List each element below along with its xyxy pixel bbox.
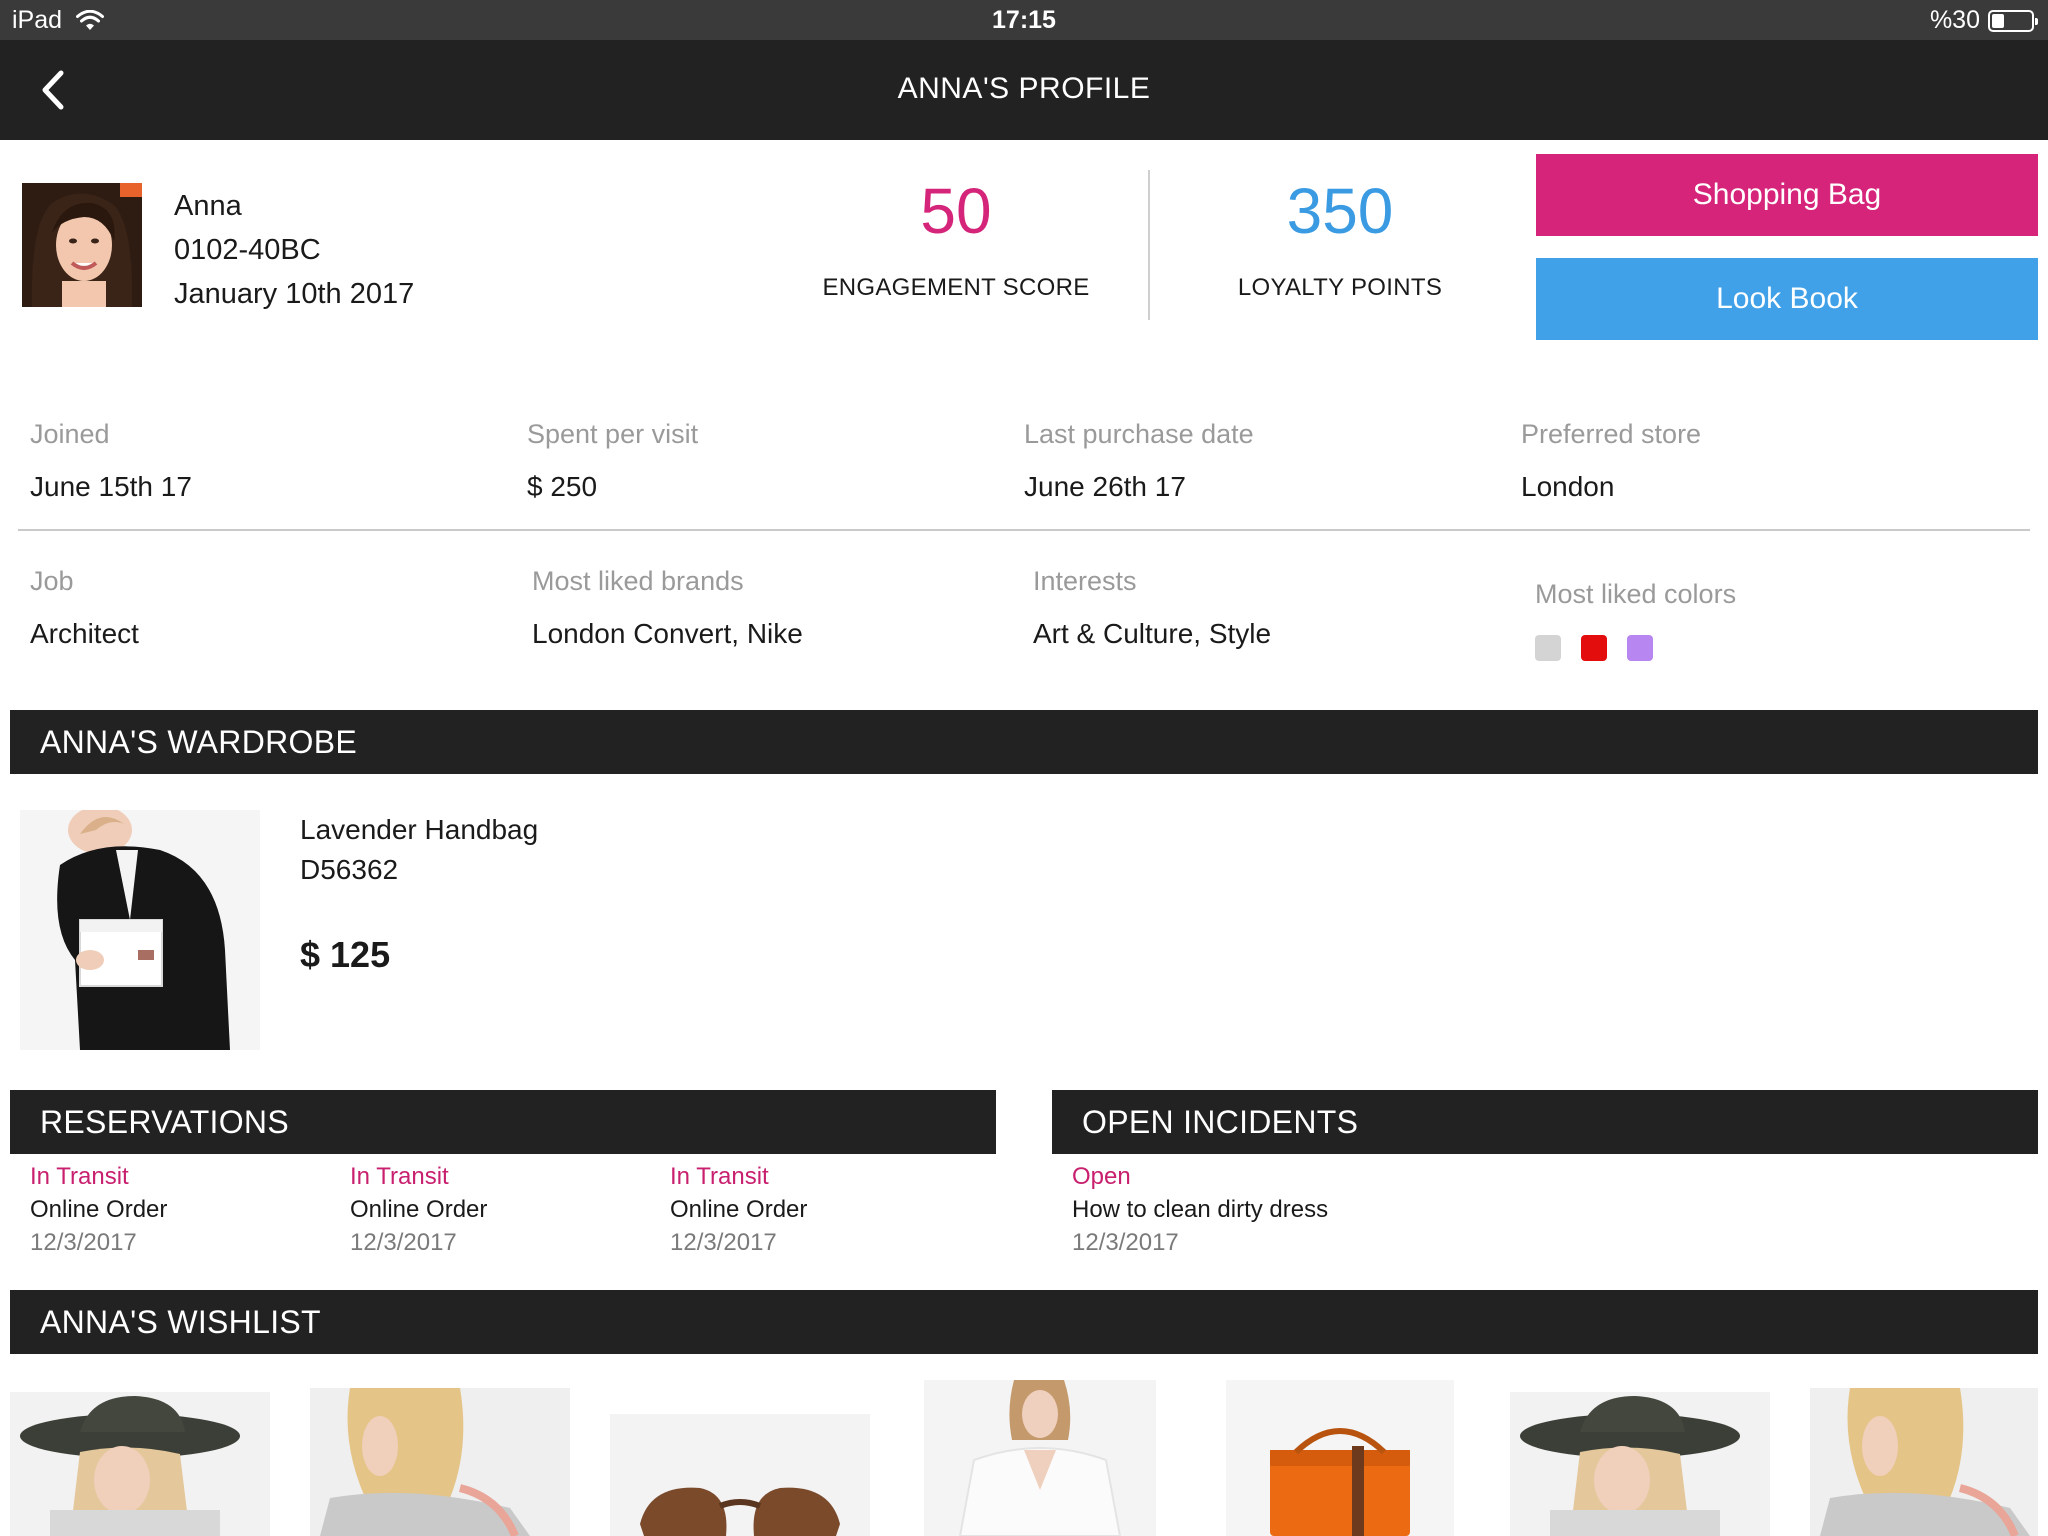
page-title: ANNA'S PROFILE (897, 72, 1151, 105)
status-bar: iPad 17:15 %30 (0, 0, 2048, 40)
status-time: 17:15 (992, 6, 1056, 34)
profile-info: Anna 0102-40BC January 10th 2017 (174, 184, 414, 316)
battery-icon (1988, 9, 2038, 32)
color-swatch-red (1581, 635, 1607, 661)
incident-status: Open (1072, 1163, 1131, 1190)
profile-id: 0102-40BC (174, 234, 321, 266)
reservation-date: 12/3/2017 (350, 1229, 457, 1256)
stat-divider (1148, 170, 1150, 320)
detail-value: Architect (30, 618, 139, 649)
blouse-photo (924, 1380, 1156, 1536)
shopping-bag-button[interactable]: Shopping Bag (1536, 154, 2038, 236)
reservation-date: 12/3/2017 (670, 1229, 777, 1256)
detail-job: Job Architect (30, 564, 139, 651)
hat-photo (1510, 1392, 1770, 1536)
wishlist-header: ANNA'S WISHLIST (10, 1290, 2038, 1354)
reservation-type: Online Order (670, 1196, 808, 1223)
wardrobe-item-info: Lavender Handbag D56362 $ 125 (300, 810, 538, 976)
handbag-photo (20, 810, 260, 1050)
nav-bar: ANNA'S PROFILE (0, 40, 2048, 140)
reservation-item[interactable]: In Transit Online Order 12/3/2017 (670, 1160, 807, 1259)
wishlist-item-jacket[interactable] (310, 1388, 570, 1536)
battery-percent: %30 (1929, 6, 1980, 34)
incident-item[interactable]: Open How to clean dirty dress 12/3/2017 (1072, 1160, 1328, 1259)
incidents-header: OPEN INCIDENTS (1052, 1090, 2038, 1154)
wishlist-item-hat[interactable] (1510, 1392, 1770, 1536)
detail-label: Most liked brands (532, 566, 744, 596)
incident-title: How to clean dirty dress (1072, 1196, 1329, 1223)
wishlist-item-jacket[interactable] (1810, 1388, 2038, 1536)
grid-divider (18, 529, 2030, 531)
color-swatch-lavender (1627, 635, 1653, 661)
sunglasses-photo (610, 1414, 870, 1536)
detail-most-liked-colors: Most liked colors (1535, 577, 1736, 661)
wishlist-item-hat[interactable] (10, 1392, 270, 1536)
model-photo (1810, 1388, 2038, 1536)
wishlist-item-blouse[interactable] (924, 1380, 1156, 1536)
detail-value: London Convert, Nike (532, 618, 803, 649)
wardrobe-item-name: Lavender Handbag (300, 814, 539, 845)
detail-value: June 15th 17 (30, 471, 192, 502)
avatar-photo (22, 183, 142, 307)
engagement-score: 50 ENGAGEMENT SCORE (806, 170, 1106, 302)
detail-label: Spent per visit (527, 419, 699, 449)
loyalty-points-value: 350 (1286, 175, 1394, 247)
detail-joined: Joined June 15th 17 (30, 417, 192, 504)
model-photo (310, 1388, 570, 1536)
hat-photo (10, 1392, 270, 1536)
loyalty-points-label: LOYALTY POINTS (1237, 274, 1443, 301)
detail-label: Interests (1033, 566, 1137, 596)
loyalty-points: 350 LOYALTY POINTS (1190, 170, 1490, 302)
wardrobe-item-code: D56362 (300, 854, 399, 885)
look-book-button[interactable]: Look Book (1536, 258, 2038, 340)
wardrobe-item-price: $ 125 (300, 934, 391, 975)
status-right: %30 (1929, 6, 2038, 35)
detail-value: London (1521, 471, 1615, 502)
detail-last-purchase: Last purchase date June 26th 17 (1024, 417, 1254, 504)
incident-date: 12/3/2017 (1072, 1229, 1179, 1256)
detail-interests: Interests Art & Culture, Style (1033, 564, 1271, 651)
detail-most-liked-brands: Most liked brands London Convert, Nike (532, 564, 803, 651)
reservation-status: In Transit (30, 1163, 129, 1190)
reservation-date: 12/3/2017 (30, 1229, 137, 1256)
reservation-type: Online Order (350, 1196, 488, 1223)
detail-label: Joined (30, 419, 110, 449)
color-swatch-gray (1535, 635, 1561, 661)
reservations-header: RESERVATIONS (10, 1090, 996, 1154)
orange-bag-photo (1226, 1380, 1454, 1536)
reservation-status: In Transit (670, 1163, 769, 1190)
detail-label: Last purchase date (1024, 419, 1254, 449)
wardrobe-header: ANNA'S WARDROBE (10, 710, 2038, 774)
color-swatches (1535, 635, 1736, 661)
engagement-score-value: 50 (920, 175, 992, 247)
profile-name: Anna (174, 190, 242, 222)
detail-preferred-store: Preferred store London (1521, 417, 1701, 504)
reservation-item[interactable]: In Transit Online Order 12/3/2017 (350, 1160, 487, 1259)
detail-value: Art & Culture, Style (1033, 618, 1272, 649)
detail-value: June 26th 17 (1024, 471, 1186, 502)
avatar-badge (120, 183, 142, 197)
profile-date: January 10th 2017 (174, 278, 415, 310)
detail-label: Most liked colors (1535, 579, 1737, 609)
wardrobe-item-image[interactable] (20, 810, 260, 1050)
reservation-item[interactable]: In Transit Online Order 12/3/2017 (30, 1160, 167, 1259)
avatar (22, 183, 142, 307)
engagement-score-label: ENGAGEMENT SCORE (822, 274, 1090, 301)
reservation-status: In Transit (350, 1163, 449, 1190)
wishlist-item-orange-bag[interactable] (1226, 1380, 1454, 1536)
wishlist-item-sunglasses[interactable] (610, 1414, 870, 1536)
reservation-type: Online Order (30, 1196, 168, 1223)
detail-value: $ 250 (527, 471, 598, 502)
detail-label: Job (30, 566, 74, 596)
detail-label: Preferred store (1521, 419, 1702, 449)
detail-spent-per-visit: Spent per visit $ 250 (527, 417, 698, 504)
